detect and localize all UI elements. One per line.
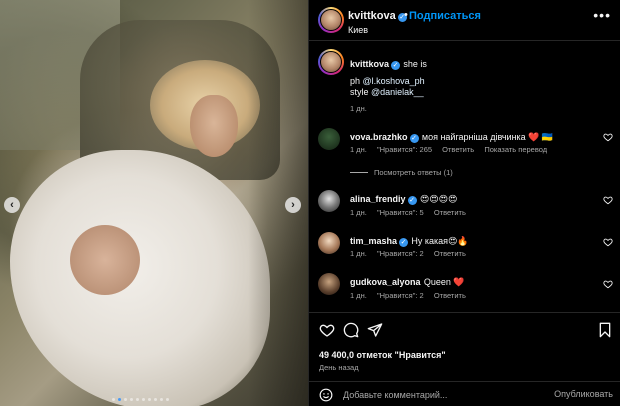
comment-bubble-icon[interactable] bbox=[343, 322, 359, 338]
verified-badge-icon: ✓ bbox=[407, 196, 417, 205]
more-options-icon[interactable]: ••• bbox=[593, 8, 611, 22]
caption-author-avatar[interactable] bbox=[318, 49, 344, 75]
comment-likes[interactable]: "Нравится": 5 bbox=[377, 208, 424, 217]
post-date[interactable]: День назад bbox=[319, 363, 359, 372]
comment-row: vova.brazhko ✓ моя найгарніша дівчинка ❤️… bbox=[350, 129, 553, 143]
comment-row: gudkova_alyona Queen ❤️ bbox=[350, 274, 465, 288]
caption-text: she is bbox=[403, 59, 427, 69]
carousel-dot bbox=[136, 398, 139, 401]
verified-badge-icon: ✓ bbox=[399, 238, 409, 247]
author-avatar[interactable] bbox=[318, 7, 344, 33]
comment-username[interactable]: tim_masha bbox=[350, 236, 397, 246]
header-separator: • bbox=[404, 9, 408, 21]
save-bookmark-icon[interactable] bbox=[597, 322, 613, 338]
caption-time: 1 дн. bbox=[350, 104, 367, 113]
carousel-dot bbox=[154, 398, 157, 401]
comment-input[interactable] bbox=[343, 387, 543, 403]
comment-time: 1 дн. bbox=[350, 208, 367, 217]
like-comment-heart-icon[interactable] bbox=[603, 279, 613, 289]
commenter-avatar[interactable] bbox=[318, 232, 340, 254]
commenter-avatar[interactable] bbox=[318, 273, 340, 295]
comment-text: моя найгарніша дівчинка ❤️ 🇺🇦 bbox=[421, 132, 554, 142]
post-actions-section: 49 400,0 отметок "Нравится" День назад О… bbox=[309, 312, 620, 406]
post-details-panel: kvittkova ✓ • Подписаться Киев ••• kvittk… bbox=[308, 0, 620, 406]
caption-username[interactable]: kvittkova bbox=[350, 59, 389, 69]
post-photo[interactable]: ‹ › bbox=[0, 0, 308, 406]
reply-button[interactable]: Ответить bbox=[434, 208, 466, 217]
view-replies-button[interactable]: Посмотреть ответы (1) bbox=[350, 168, 453, 177]
publish-comment-button[interactable]: Опубликовать bbox=[554, 389, 613, 399]
like-comment-heart-icon[interactable] bbox=[603, 195, 613, 205]
photographer-mention-link[interactable]: @l.koshova_ph bbox=[363, 76, 425, 86]
carousel-dot bbox=[160, 398, 163, 401]
comment-username[interactable]: alina_frendiy bbox=[350, 194, 406, 204]
previous-photo-button[interactable]: ‹ bbox=[4, 197, 20, 213]
commenter-avatar[interactable] bbox=[318, 128, 340, 150]
comment-time: 1 дн. bbox=[350, 145, 367, 154]
comment-text: 😍😍😍😍 bbox=[419, 194, 458, 204]
reply-button[interactable]: Ответить bbox=[434, 249, 466, 258]
comment-row: alina_frendiy ✓ 😍😍😍😍 bbox=[350, 191, 457, 205]
photo-skin bbox=[70, 225, 140, 295]
comment-username[interactable]: gudkova_alyona bbox=[350, 277, 421, 287]
share-send-icon[interactable] bbox=[367, 322, 383, 338]
photo-face bbox=[190, 95, 238, 157]
carousel-dot bbox=[166, 398, 169, 401]
commenter-avatar[interactable] bbox=[318, 190, 340, 212]
verified-badge-icon: ✓ bbox=[409, 134, 419, 143]
caption-first-line: kvittkova ✓ she is bbox=[350, 56, 427, 70]
comment-likes[interactable]: "Нравится": 2 bbox=[377, 249, 424, 258]
comment-text: Ну какая😍🔥 bbox=[411, 236, 469, 246]
replies-divider bbox=[350, 172, 368, 173]
like-comment-heart-icon[interactable] bbox=[603, 237, 613, 247]
post-location[interactable]: Киев bbox=[348, 25, 368, 35]
comment-row: tim_masha ✓ Ну какая😍🔥 bbox=[350, 233, 469, 247]
caption-photographer-line: ph @l.koshova_ph bbox=[350, 76, 425, 86]
verified-badge-icon: ✓ bbox=[391, 61, 401, 70]
carousel-dot bbox=[118, 398, 121, 401]
caption-stylist-line: style @danielak__ bbox=[350, 87, 424, 97]
likes-count[interactable]: 49 400,0 отметок "Нравится" bbox=[319, 350, 446, 360]
like-heart-icon[interactable] bbox=[319, 322, 335, 338]
comment-time: 1 дн. bbox=[350, 249, 367, 258]
emoji-icon[interactable] bbox=[319, 388, 333, 402]
like-comment-heart-icon[interactable] bbox=[603, 132, 613, 142]
reply-button[interactable]: Ответить bbox=[442, 145, 474, 154]
carousel-dot bbox=[148, 398, 151, 401]
carousel-dot bbox=[142, 398, 145, 401]
comment-time: 1 дн. bbox=[350, 291, 367, 300]
carousel-dots bbox=[112, 398, 169, 401]
comment-likes[interactable]: "Нравится": 265 bbox=[377, 145, 432, 154]
post-header: kvittkova ✓ • Подписаться Киев ••• bbox=[309, 0, 620, 41]
comment-meta: 1 дн. "Нравится": 265 Ответить Показать … bbox=[350, 145, 555, 154]
carousel-dot bbox=[124, 398, 127, 401]
add-comment-bar: Опубликовать bbox=[309, 381, 620, 406]
next-photo-button[interactable]: › bbox=[285, 197, 301, 213]
stylist-mention-link[interactable]: @danielak__ bbox=[371, 87, 424, 97]
show-translation-button[interactable]: Показать перевод bbox=[484, 145, 547, 154]
comment-meta: 1 дн. "Нравится": 2 Ответить bbox=[350, 291, 474, 300]
comment-username[interactable]: vova.brazhko bbox=[350, 132, 408, 142]
reply-button[interactable]: Ответить bbox=[434, 291, 466, 300]
follow-button[interactable]: Подписаться bbox=[409, 10, 481, 22]
comment-likes[interactable]: "Нравится": 2 bbox=[377, 291, 424, 300]
author-username[interactable]: kvittkova ✓ bbox=[348, 10, 407, 22]
photo-shirt bbox=[10, 150, 270, 406]
carousel-dot bbox=[112, 398, 115, 401]
comment-meta: 1 дн. "Нравится": 2 Ответить bbox=[350, 249, 474, 258]
comment-meta: 1 дн. "Нравится": 5 Ответить bbox=[350, 208, 474, 217]
carousel-dot bbox=[130, 398, 133, 401]
comment-text: Queen ❤️ bbox=[423, 277, 465, 287]
comments-area[interactable]: kvittkova ✓ she is ph @l.koshova_ph style… bbox=[309, 42, 620, 312]
